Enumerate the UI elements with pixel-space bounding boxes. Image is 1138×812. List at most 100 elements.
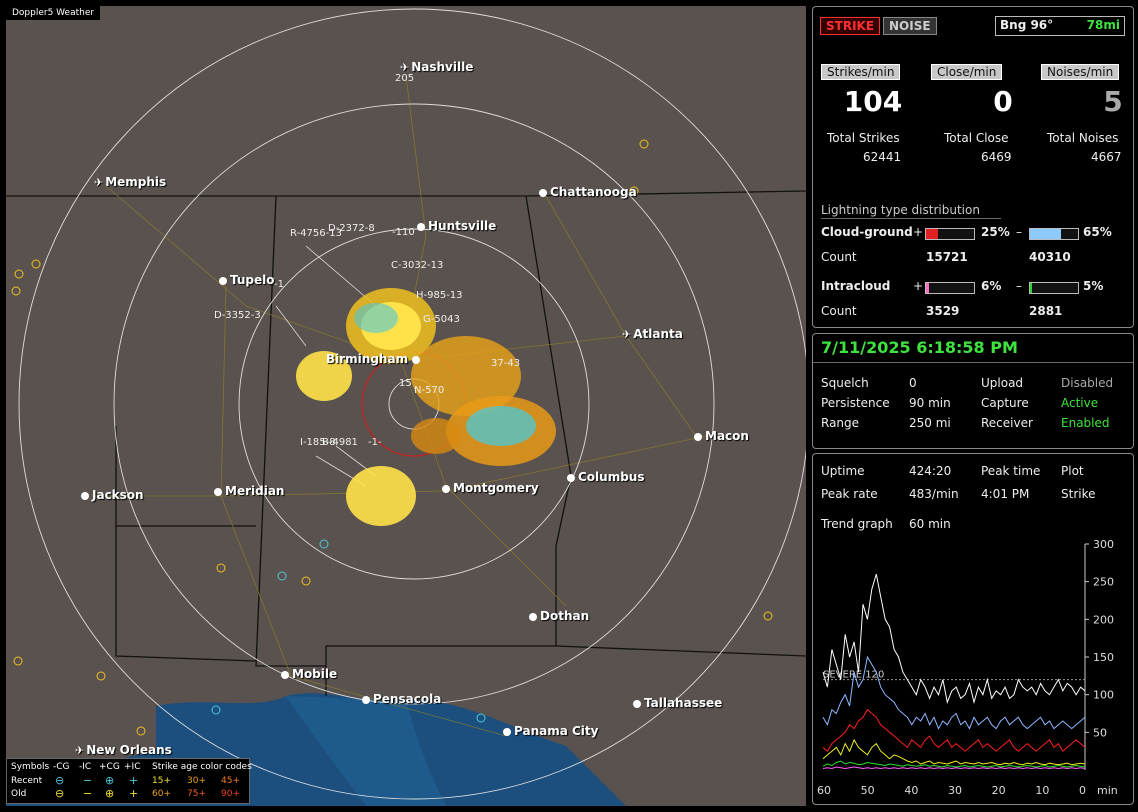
storm-tag[interactable]: C-3032-13	[391, 260, 443, 271]
uptime-label: Uptime	[821, 464, 865, 478]
city-dot-icon	[81, 492, 89, 500]
squelch-label: Squelch	[821, 376, 869, 390]
persistence-value[interactable]: 90 min	[909, 396, 951, 410]
ic-minus-sign: –	[1016, 279, 1022, 293]
city-dot-icon	[442, 485, 450, 493]
city-huntsville: Huntsville	[417, 219, 496, 233]
city-dot-icon	[539, 189, 547, 197]
city-dothan: Dothan	[529, 609, 589, 623]
trend-series-line-5	[822, 766, 1086, 770]
city-montgomery: Montgomery	[442, 481, 539, 495]
total-strikes-label: Total Strikes	[827, 131, 900, 145]
receiver-value[interactable]: Enabled	[1061, 416, 1110, 430]
ic-pos-count: 3529	[926, 304, 960, 318]
storm-tag[interactable]: -1	[274, 279, 284, 290]
storm-tag[interactable]: D-3352-3	[214, 310, 261, 321]
recent-ic-neg-icon: −	[83, 774, 93, 787]
y-tick-label: 50	[1093, 726, 1107, 739]
city-mobile: Mobile	[281, 667, 337, 681]
y-tick-label: 100	[1093, 689, 1114, 702]
storm-tag[interactable]: N-570	[414, 385, 444, 396]
legend-ic-pos: +IC	[124, 762, 141, 772]
recent-cg-pos-icon: ⊕	[105, 774, 115, 787]
ic-pos-bar	[925, 282, 975, 294]
cg-neg-bar	[1029, 228, 1079, 240]
city-dot-icon	[281, 671, 289, 679]
recent-age-1: 15+	[152, 776, 171, 786]
city-meridian: Meridian	[214, 484, 284, 498]
total-strikes-value: 62441	[863, 150, 902, 164]
legend-old-label: Old	[11, 789, 27, 799]
divider	[821, 218, 1001, 219]
ic-neg-count: 2881	[1029, 304, 1063, 318]
cloud-ground-label: Cloud-ground	[821, 225, 913, 239]
x-tick-label: 30	[948, 784, 962, 797]
total-noises-label: Total Noises	[1047, 131, 1119, 145]
range-label: Range	[821, 416, 860, 430]
airport-icon: ✈	[94, 176, 104, 189]
trend-series-line-0	[822, 573, 1086, 705]
old-ic-pos-icon: +	[129, 787, 139, 800]
old-age-2: 75+	[187, 789, 206, 799]
trend-graph-label: Trend graph	[821, 517, 893, 531]
storm-tag[interactable]: H-985-13	[416, 290, 463, 301]
x-tick-label: 10	[1035, 784, 1049, 797]
strikes-min-value: 104	[843, 85, 903, 118]
cg-count-label: Count	[821, 250, 857, 264]
storm-tag[interactable]: 37-43	[491, 358, 520, 369]
squelch-value[interactable]: 0	[909, 376, 917, 390]
city-tallahassee: Tallahassee	[633, 696, 722, 710]
ic-neg-pct: 5%	[1083, 279, 1104, 293]
recent-cg-neg-icon: ⊖	[55, 774, 65, 787]
old-age-1: 60+	[152, 789, 171, 799]
receiver-label: Receiver	[981, 416, 1033, 430]
trend-graph-value[interactable]: 60 min	[909, 517, 951, 531]
y-tick-label: 200	[1093, 613, 1114, 626]
recent-ic-pos-icon: +	[129, 774, 139, 787]
close-min-value: 0	[993, 85, 1013, 118]
ic-count-label: Count	[821, 304, 857, 318]
uptime-value: 424:20	[909, 464, 952, 478]
total-noises-value: 4667	[1091, 150, 1122, 164]
datetime-display: 7/11/2025 6:18:58 PM	[821, 338, 1018, 357]
peak-time-label: Peak time	[981, 464, 1041, 478]
radar-map[interactable]: Doppler5 Weather ✈ Nashville ✈ Memphis Cha…	[6, 6, 806, 806]
capture-value[interactable]: Active	[1061, 396, 1098, 410]
airport-icon: ✈	[622, 328, 632, 341]
range-value[interactable]: 250 mi	[909, 416, 951, 430]
inner-ring-label: 15	[399, 378, 412, 389]
ic-neg-bar	[1029, 282, 1079, 294]
city-birmingham: Birmingham	[326, 352, 423, 366]
city-panama-city: Panama City	[503, 724, 598, 738]
storm-tag[interactable]: G-5043	[423, 314, 460, 325]
city-dot-icon	[529, 613, 537, 621]
storm-tag[interactable]: R-4756-13	[290, 228, 342, 239]
city-columbus: Columbus	[567, 470, 645, 484]
divider	[813, 362, 1133, 363]
legend-recent-label: Recent	[11, 776, 43, 786]
total-close-value: 6469	[981, 150, 1012, 164]
settings-panel: 7/11/2025 6:18:58 PM Squelch 0 Upload Di…	[812, 333, 1134, 449]
peak-rate-value: 483/min	[909, 487, 959, 501]
plot-value[interactable]: Strike	[1061, 487, 1096, 501]
ic-plus-sign: +	[913, 279, 924, 293]
city-tupelo: Tupelo	[219, 273, 275, 287]
strike-mode-button[interactable]: STRIKE	[820, 17, 881, 35]
peak-time-value: 4:01 PM	[981, 487, 1030, 501]
storm-tag[interactable]: -1-	[368, 437, 382, 448]
upload-value[interactable]: Disabled	[1061, 376, 1113, 390]
old-cg-neg-icon: ⊖	[55, 787, 65, 800]
city-dot-icon	[694, 433, 702, 441]
storm-tag[interactable]: -110	[392, 227, 415, 238]
cg-neg-count: 40310	[1029, 250, 1071, 264]
upload-label: Upload	[981, 376, 1024, 390]
city-dot-icon	[362, 696, 370, 704]
city-jackson: Jackson	[81, 488, 144, 502]
storm-tag[interactable]: B-4981	[322, 437, 358, 448]
plot-label: Plot	[1061, 464, 1084, 478]
noise-mode-button[interactable]: NOISE	[883, 17, 937, 35]
cg-plus-sign: +	[913, 225, 924, 239]
city-macon: Macon	[694, 429, 749, 443]
legend-symbols-label: Symbols	[11, 762, 50, 772]
city-dot-icon	[412, 356, 421, 364]
